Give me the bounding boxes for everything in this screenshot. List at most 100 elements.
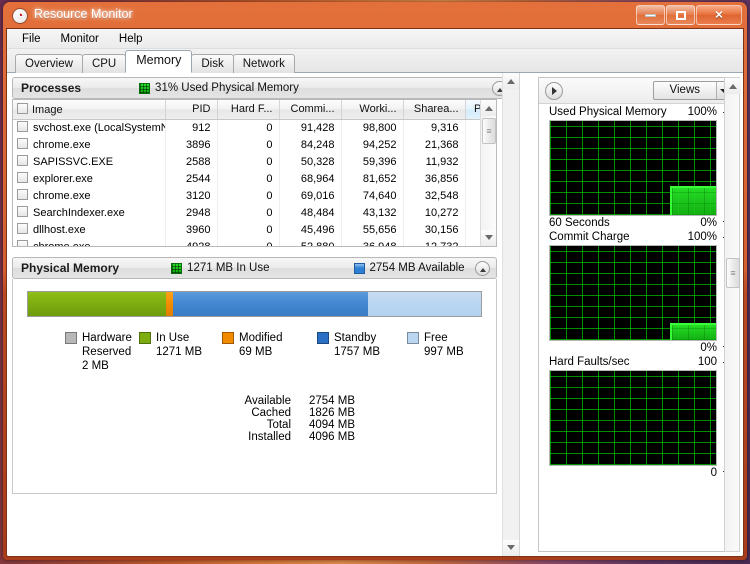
row-checkbox[interactable] <box>17 206 28 217</box>
tab-disk[interactable]: Disk <box>191 54 234 73</box>
table-row[interactable]: chrome.exe4928052,88036,94812,73224,216 <box>13 238 496 246</box>
left-scroll-down-button[interactable] <box>503 540 519 556</box>
memory-legend-item: Modified 69 MB <box>222 331 282 359</box>
process-commit-cell: 68,964 <box>279 170 342 187</box>
tab-overview[interactable]: Overview <box>15 54 83 73</box>
in-use-swatch-icon <box>171 262 183 274</box>
process-commit-cell: 69,016 <box>279 187 342 204</box>
legend-swatch-icon <box>222 332 234 344</box>
legend-swatch-icon <box>65 332 77 344</box>
title-bar[interactable]: ◔ Resource Monitor ✕ <box>6 4 744 28</box>
column-header-shareable[interactable]: Sharea... <box>403 100 466 120</box>
legend-swatch-icon <box>139 332 151 344</box>
processes-section-header[interactable]: Processes 31% Used Physical Memory <box>12 77 514 99</box>
table-row[interactable]: svchost.exe (LocalSystemNet...912091,428… <box>13 119 496 136</box>
select-all-checkbox[interactable] <box>17 102 28 114</box>
table-row[interactable]: SearchIndexer.exe 2948 0 48,484 43,132 10,272… <box>13 204 496 221</box>
memory-stat-value: 4094 MB <box>308 419 355 431</box>
row-checkbox[interactable] <box>17 240 28 246</box>
menu-monitor[interactable]: Monitor <box>52 31 108 47</box>
legend-text: Standby 1757 MB <box>334 332 381 358</box>
expand-panel-icon[interactable] <box>545 81 563 100</box>
column-header-image[interactable]: Image <box>13 100 166 120</box>
physical-memory-section: Physical Memory 1271 MB In Use 2754 MB A… <box>7 253 502 494</box>
processes-table: Image PID Hard F... Commi... Worki... Sh… <box>13 100 496 246</box>
left-scroll-up-button[interactable] <box>503 73 519 89</box>
process-pid-cell: 2948 <box>165 204 218 221</box>
row-checkbox[interactable] <box>17 172 28 183</box>
process-shareable-cell: 9,316 <box>403 119 466 136</box>
processes-vertical-scrollbar[interactable] <box>480 100 496 246</box>
table-row[interactable]: chrome.exe3896084,24894,25221,36872,884 <box>13 136 496 153</box>
process-shareable-cell: 12,732 <box>403 238 466 246</box>
tab-network[interactable]: Network <box>232 54 295 73</box>
column-header-pid[interactable]: PID <box>165 100 218 120</box>
row-checkbox[interactable] <box>17 189 28 200</box>
memory-stat-value: 4096 MB <box>308 431 355 443</box>
minimize-button[interactable] <box>636 5 665 25</box>
process-shareable-cell: 36,856 <box>403 170 466 187</box>
process-shareable-cell: 11,932 <box>403 153 466 170</box>
row-checkbox[interactable] <box>17 121 28 133</box>
column-header-commit[interactable]: Commi... <box>279 100 342 120</box>
left-pane-scrollbar[interactable] <box>502 73 519 556</box>
scroll-up-button[interactable] <box>481 100 496 116</box>
close-button[interactable]: ✕ <box>696 5 742 25</box>
memory-stat-label: Installed <box>248 431 291 443</box>
row-checkbox[interactable] <box>17 155 28 166</box>
table-row[interactable]: chrome.exe3120069,01674,64032,54842,092 <box>13 187 496 204</box>
table-row[interactable]: dllhost.exe3960045,49655,65630,15625,500 <box>13 221 496 238</box>
graph-max-label: 100% <box>687 106 717 118</box>
graph-block-commit-charge: Commit Charge 100% 0% <box>539 229 739 354</box>
memory-legend: Hardware Reserved 2 MB In Use 1271 MB Modifie… <box>27 331 482 377</box>
process-pid-cell: 3120 <box>165 187 218 204</box>
column-header-hard-faults[interactable]: Hard F... <box>217 100 280 120</box>
processes-table-header-row: Image PID Hard F... Commi... Worki... Sh… <box>13 100 496 120</box>
memory-bar-segment-standby <box>173 292 368 316</box>
window-controls: ✕ <box>635 5 742 25</box>
memory-in-use-label: 1271 MB In Use <box>187 262 270 274</box>
memory-stat-label: Total <box>266 419 291 431</box>
menu-help[interactable]: Help <box>110 31 152 47</box>
memory-legend-item: Free 997 MB <box>407 331 464 359</box>
physical-memory-collapse-icon[interactable] <box>475 261 490 276</box>
process-working-set-cell: 55,656 <box>341 221 404 238</box>
scroll-thumb[interactable] <box>482 118 496 144</box>
process-hard-faults-cell: 0 <box>217 221 280 238</box>
memory-legend-item: Standby 1757 MB <box>317 331 380 359</box>
physical-memory-header[interactable]: Physical Memory 1271 MB In Use 2754 MB A… <box>12 257 497 279</box>
graph-footer-right: 0 <box>710 467 717 479</box>
table-row[interactable]: SAPISSVC.EXE2588050,32859,39611,93247,46… <box>13 153 496 170</box>
process-image-cell: dllhost.exe <box>13 221 166 238</box>
graph-toolbar: Views <box>539 78 739 104</box>
memory-stat-value: 1826 MB <box>308 407 355 419</box>
process-image-cell: SearchIndexer.exe <box>13 204 166 221</box>
column-header-working-set[interactable]: Worki... <box>341 100 404 120</box>
table-row[interactable]: explorer.exe2544068,96481,65236,85644,79… <box>13 170 496 187</box>
tab-cpu[interactable]: CPU <box>81 54 127 73</box>
process-commit-cell: 45,496 <box>279 221 342 238</box>
graph-footer-right: 0% <box>700 342 717 354</box>
graph-panel-scrollbar[interactable] <box>724 77 741 552</box>
maximize-button[interactable] <box>666 5 695 25</box>
scroll-down-button[interactable] <box>481 230 496 246</box>
memory-bar-segment-modified <box>165 292 174 316</box>
row-checkbox[interactable] <box>17 223 28 234</box>
memory-legend-item: In Use 1271 MB <box>139 331 202 359</box>
views-dropdown-button[interactable]: Views <box>652 81 733 100</box>
graph-scroll-up-button[interactable] <box>725 78 741 94</box>
process-pid-cell: 3960 <box>165 221 218 238</box>
window-title: Resource Monitor <box>34 7 133 21</box>
row-checkbox[interactable] <box>17 138 28 149</box>
graph-scroll-thumb[interactable] <box>726 258 740 288</box>
tab-memory[interactable]: Memory <box>125 50 193 73</box>
legend-swatch-icon <box>407 332 419 344</box>
graph-title: Commit Charge <box>549 231 630 243</box>
memory-usage-bar <box>27 291 482 317</box>
memory-stat-row: Cached 1826 MB <box>213 407 482 419</box>
menu-file[interactable]: File <box>13 31 50 47</box>
process-image-cell: chrome.exe <box>13 238 166 246</box>
graph-title: Used Physical Memory <box>549 106 667 118</box>
legend-text: In Use 1271 MB <box>156 332 203 358</box>
content-area: Processes 31% Used Physical Memory Image… <box>7 73 743 556</box>
